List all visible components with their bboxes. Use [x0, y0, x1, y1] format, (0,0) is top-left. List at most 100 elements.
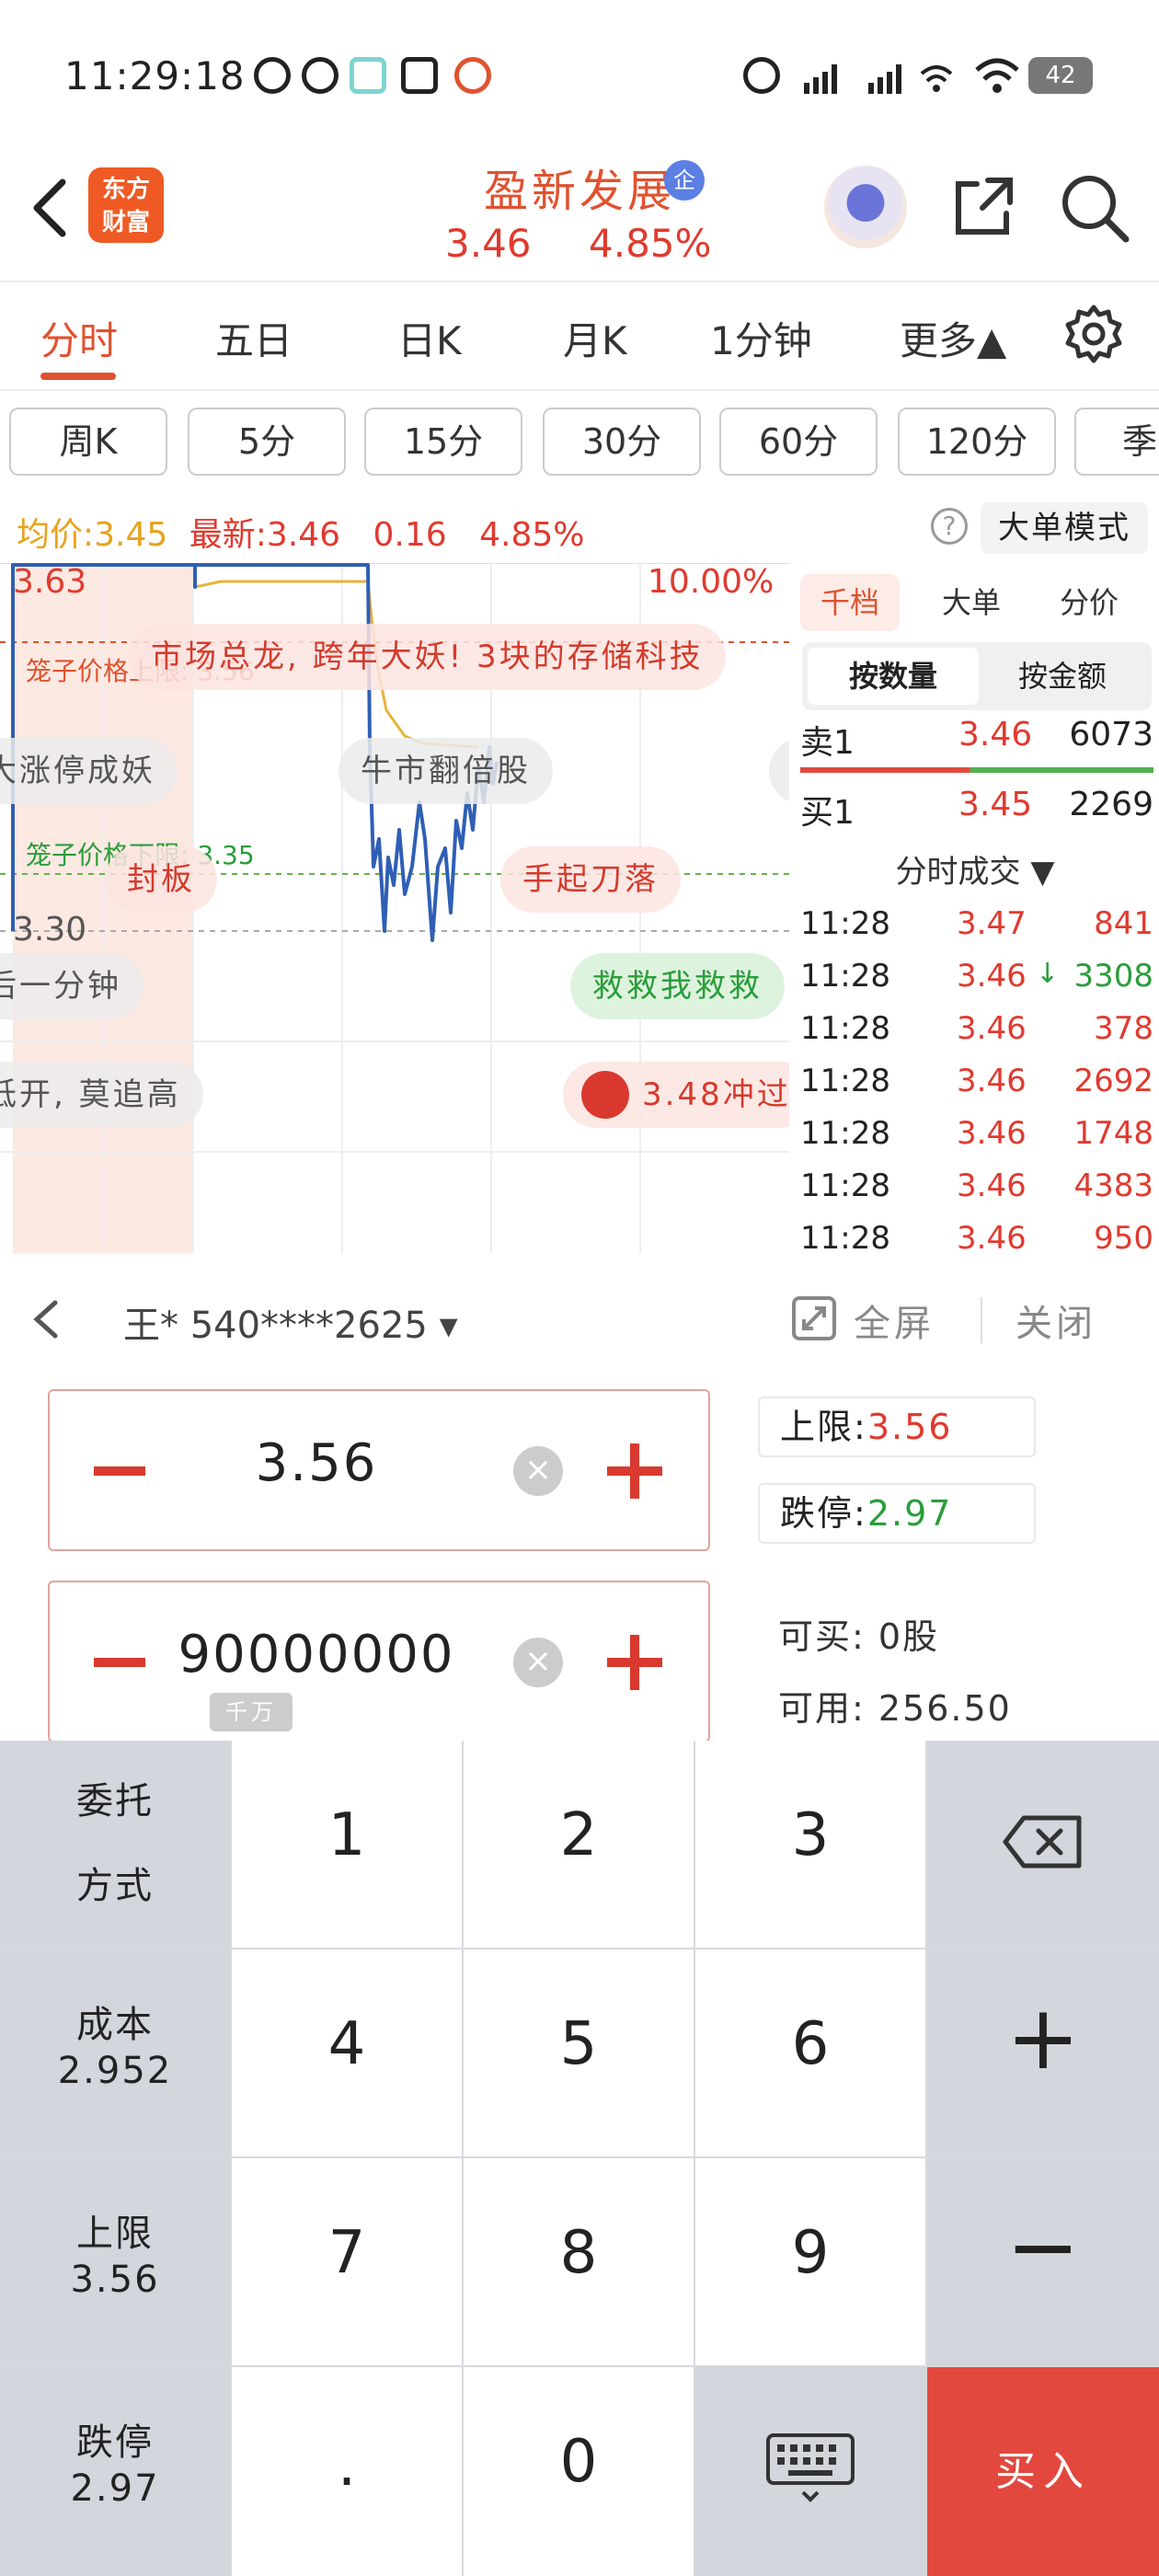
bullet-comment[interactable]: 封板: [105, 846, 217, 913]
key-5[interactable]: 5: [464, 1949, 694, 2156]
trade-time: 11:28: [800, 958, 890, 995]
limit-down-value: 2.97: [866, 1493, 953, 1534]
price-increase-button-bar[interactable]: [630, 1443, 639, 1499]
cost-value: 2.952: [57, 2050, 173, 2092]
upper-limit-box[interactable]: 上限:3.56: [758, 1397, 1036, 1457]
keyboard-switch-key[interactable]: [695, 2367, 925, 2576]
key-2[interactable]: 2: [464, 1741, 694, 1948]
expand-icon[interactable]: [791, 1295, 837, 1341]
tab-more[interactable]: 更多▲: [900, 310, 1006, 366]
intraday-chart[interactable]: 3.63 10.00% 3.30 笼子价格上限: 3.56 笼子价格下限: 3.…: [0, 563, 789, 1253]
fullscreen-button[interactable]: 全屏: [854, 1294, 935, 1347]
bullet-comment[interactable]: 3.48冲过: [563, 1062, 789, 1128]
key-8[interactable]: 8: [464, 2158, 694, 2365]
minus-key[interactable]: −: [927, 2158, 1159, 2365]
key-1[interactable]: 1: [232, 1741, 462, 1948]
key-4[interactable]: 4: [232, 1949, 462, 2156]
upper-limit-key-value: 3.56: [70, 2259, 160, 2301]
buy-label: 买入: [995, 2448, 1091, 2495]
key-9[interactable]: 9: [695, 2158, 925, 2365]
key-5-label: 5: [559, 2010, 598, 2078]
tab-intraday[interactable]: 分时: [40, 310, 118, 366]
price-info-row: 均价:3.45 最新:3.46 0.16 4.85%: [17, 508, 584, 556]
period-15min[interactable]: 15分: [364, 408, 522, 476]
help-icon[interactable]: ?: [931, 508, 968, 545]
tab-underline: [40, 373, 116, 380]
tab-five-day[interactable]: 五日: [215, 310, 293, 366]
order-type-key[interactable]: 委托 方式: [0, 1741, 230, 1948]
tab-one-minute[interactable]: 1分钟: [710, 310, 812, 366]
key-3[interactable]: 3: [695, 1741, 925, 1948]
period-5min[interactable]: 5分: [188, 408, 346, 476]
price-clear-icon[interactable]: ×: [513, 1446, 563, 1496]
bullet-comment[interactable]: 市场总龙, 跨年大妖! 3块的存储科技: [129, 624, 726, 690]
search-icon[interactable]: [1060, 173, 1130, 243]
account-selector[interactable]: 王* 540****2625 ▾: [123, 1295, 458, 1349]
quantity-clear-icon[interactable]: ×: [513, 1638, 563, 1687]
key-6[interactable]: 6: [695, 1949, 925, 2156]
gear-icon[interactable]: [1063, 304, 1124, 364]
keyboard-icon: [766, 2433, 855, 2502]
mode-by-amount[interactable]: 按金额: [977, 648, 1148, 705]
chart-bottom-price: 3.30: [13, 911, 87, 949]
key-9-label: 9: [791, 2219, 830, 2287]
plus-key[interactable]: +: [927, 1949, 1159, 2156]
bullet-comment[interactable]: 救救我救救: [570, 953, 785, 1019]
limit-down-label: 跌停:: [780, 1493, 867, 1534]
trade-price: 3.46: [957, 958, 1027, 995]
price-decrease-button[interactable]: [94, 1466, 145, 1476]
key-0[interactable]: 0: [464, 2367, 694, 2576]
stock-price: 3.46: [445, 221, 532, 266]
mode-by-quantity[interactable]: 按数量: [808, 648, 979, 705]
period-120min[interactable]: 120分: [898, 408, 1056, 476]
bullet-comment[interactable]: 牛市翻倍股: [339, 738, 553, 804]
quantity-stepper[interactable]: 90000000 ×: [48, 1581, 710, 1742]
order-type-label-1: 委托: [76, 1780, 154, 1823]
buy-1-row: 买1 3.45 2269: [800, 786, 1153, 841]
trade-price: 3.47: [957, 905, 1027, 942]
enterprise-badge: 企: [664, 160, 705, 201]
share-icon[interactable]: [951, 175, 1016, 239]
status-time: 11:29:18: [64, 53, 246, 98]
change-pct: 4.85%: [479, 516, 585, 554]
limit-down-box[interactable]: 跌停:2.97: [758, 1483, 1036, 1544]
upper-limit-key[interactable]: 上限 3.56: [0, 2158, 230, 2365]
key-7[interactable]: 7: [232, 2158, 462, 2365]
assistant-robot-icon[interactable]: [824, 166, 907, 248]
tab-big-order[interactable]: 大单: [922, 574, 1021, 631]
tab-monthly-k[interactable]: 月K: [563, 310, 627, 366]
trade-row: 11:28 3.46 4383: [800, 1167, 1153, 1220]
trade-price: 3.46: [957, 1115, 1027, 1152]
big-order-mode-button[interactable]: 大单模式: [981, 502, 1148, 554]
buy-button[interactable]: 买入: [927, 2367, 1159, 2576]
limit-down-key[interactable]: 跌停 2.97: [0, 2367, 230, 2576]
order-book-mode: 按数量 按金额: [802, 642, 1152, 710]
quantity-increase-button-bar[interactable]: [630, 1635, 639, 1690]
tick-trades-title[interactable]: 分时成交 ▼: [791, 846, 1159, 891]
trade-volume: 1748: [1073, 1115, 1153, 1152]
quantity-input[interactable]: 90000000: [160, 1625, 473, 1685]
period-30min[interactable]: 30分: [543, 408, 701, 476]
close-button[interactable]: 关闭: [1016, 1294, 1096, 1347]
bullet-comment[interactable]: 后一分钟: [0, 953, 143, 1019]
bullet-comment[interactable]: 大涨停成妖: [0, 738, 178, 804]
backspace-key[interactable]: [927, 1741, 1159, 1948]
period-weekly-k[interactable]: 周K: [9, 408, 167, 476]
order-type-label-2: 方式: [76, 1865, 154, 1907]
key-dot[interactable]: .: [232, 2367, 462, 2576]
trade-volume: 841: [1094, 905, 1153, 942]
trade-time: 11:28: [800, 1167, 890, 1204]
tab-daily-k[interactable]: 日K: [397, 310, 462, 366]
bullet-comment[interactable]: 手起刀落: [500, 846, 681, 913]
panel-back-icon[interactable]: [28, 1292, 64, 1347]
price-stepper[interactable]: 3.56 ×: [48, 1389, 710, 1551]
period-60min[interactable]: 60分: [719, 408, 878, 476]
period-quarterly[interactable]: 季: [1074, 408, 1159, 476]
sell-1-volume: 6073: [1069, 716, 1153, 753]
quantity-decrease-button[interactable]: [94, 1658, 145, 1667]
bullet-comment[interactable]: 低开, 莫追高: [0, 1062, 203, 1128]
price-input[interactable]: 3.56: [160, 1433, 473, 1493]
tab-price-split[interactable]: 分价: [1039, 574, 1139, 631]
tab-thousand-levels[interactable]: 千档: [800, 574, 901, 631]
cost-key[interactable]: 成本 2.952: [0, 1949, 230, 2156]
